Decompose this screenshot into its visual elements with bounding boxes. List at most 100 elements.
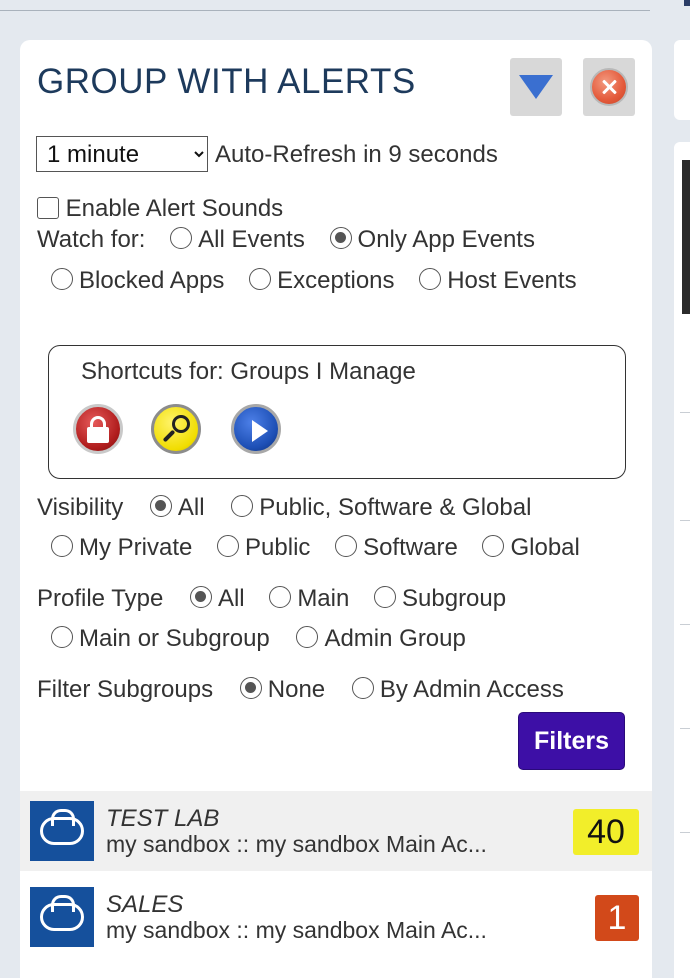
- profile-admin-group-option[interactable]: Admin Group: [296, 625, 466, 653]
- radio-selected-icon[interactable]: [149, 495, 172, 517]
- right-card-divider: [680, 832, 690, 833]
- radio-icon[interactable]: [269, 586, 292, 608]
- radio-icon[interactable]: [170, 227, 193, 249]
- visibility-global-option[interactable]: Global: [482, 534, 580, 562]
- right-card-divider: [680, 728, 690, 729]
- radio-icon[interactable]: [419, 268, 442, 290]
- option-label: Software: [363, 534, 458, 561]
- radio-selected-icon[interactable]: [189, 586, 212, 608]
- filter-subgroups-row: Filter Subgroups None By Admin Access: [37, 676, 564, 704]
- group-name: TEST LAB: [106, 805, 220, 832]
- radio-icon[interactable]: [51, 268, 73, 290]
- visibility-public-option[interactable]: Public: [217, 534, 310, 562]
- profile-type-row-2: Main or Subgroup Admin Group: [51, 625, 466, 653]
- option-label: Admin Group: [324, 625, 466, 652]
- option-label: My Private: [79, 534, 193, 561]
- option-label: None: [267, 676, 326, 703]
- group-path: my sandbox :: my sandbox Main Ac...: [106, 831, 487, 857]
- visibility-label: Visibility: [37, 494, 124, 521]
- radio-selected-icon[interactable]: [329, 227, 352, 249]
- watch-exceptions-option[interactable]: Exceptions: [249, 267, 395, 295]
- group-name: SALES: [106, 891, 184, 918]
- profile-main-option[interactable]: Main: [269, 585, 349, 613]
- radio-icon[interactable]: [335, 535, 358, 557]
- watch-host-events-option[interactable]: Host Events: [419, 267, 577, 295]
- search-icon[interactable]: [151, 404, 201, 454]
- option-label: Public: [245, 534, 311, 561]
- alert-count-badge[interactable]: 1: [595, 895, 639, 941]
- radio-icon[interactable]: [51, 626, 73, 648]
- group-path: my sandbox :: my sandbox Main Ac...: [106, 917, 487, 943]
- profile-type-label: Profile Type: [37, 585, 164, 612]
- watch-all-events-option[interactable]: All Events: [170, 226, 305, 254]
- option-label: Global: [510, 534, 580, 561]
- group-avatar: [30, 887, 94, 947]
- filters-button[interactable]: Filters: [518, 712, 625, 770]
- visibility-my-private-option[interactable]: My Private: [51, 534, 192, 562]
- shortcuts-box: Shortcuts for: Groups I Manage: [48, 345, 626, 479]
- close-button[interactable]: [583, 58, 635, 116]
- visibility-public-software-global-option[interactable]: Public, Software & Global: [231, 494, 531, 522]
- visibility-row-1: Visibility All Public, Software & Global: [37, 494, 531, 522]
- right-card-top: [674, 40, 690, 120]
- visibility-all-option[interactable]: All: [149, 494, 205, 522]
- option-label: All: [177, 494, 205, 521]
- profile-type-row-1: Profile Type All Main Subgroup: [37, 585, 506, 613]
- alert-count-badge[interactable]: 40: [573, 809, 639, 855]
- option-label: Only App Events: [357, 226, 535, 253]
- option-label: All Events: [198, 226, 305, 253]
- option-label: Main or Subgroup: [79, 625, 270, 652]
- watch-app-events-option[interactable]: Only App Events: [329, 226, 535, 254]
- visibility-row-2: My Private Public Software Global: [51, 534, 580, 562]
- close-icon: [590, 68, 628, 106]
- group-list-item[interactable]: SALES my sandbox :: my sandbox Main Ac..…: [20, 877, 652, 957]
- radio-icon[interactable]: [217, 535, 240, 557]
- play-icon[interactable]: [231, 404, 281, 454]
- option-label: Main: [297, 585, 350, 612]
- cloud-icon: [40, 895, 84, 931]
- right-card-divider: [680, 412, 690, 413]
- watch-blocked-apps-option[interactable]: Blocked Apps: [51, 267, 224, 295]
- radio-icon[interactable]: [482, 535, 505, 557]
- visibility-software-option[interactable]: Software: [335, 534, 458, 562]
- top-divider: [0, 10, 650, 11]
- radio-icon[interactable]: [249, 268, 272, 290]
- filter-toggle-button[interactable]: [510, 58, 562, 116]
- right-card-image: [682, 160, 690, 314]
- radio-icon[interactable]: [296, 626, 319, 648]
- option-label: All: [217, 585, 245, 612]
- subgroups-none-option[interactable]: None: [239, 676, 326, 704]
- cloud-icon: [40, 809, 84, 845]
- filter-subgroups-label: Filter Subgroups: [37, 676, 214, 703]
- option-label: Blocked Apps: [79, 267, 225, 294]
- right-edge-accent: [684, 0, 690, 6]
- watch-for-row-2: Blocked Apps Exceptions Host Events: [51, 267, 577, 295]
- profile-all-option[interactable]: All: [189, 585, 245, 613]
- option-label: Subgroup: [402, 585, 507, 612]
- radio-selected-icon[interactable]: [239, 677, 262, 699]
- watch-for-row-1: Watch for: All Events Only App Events: [37, 226, 535, 254]
- radio-icon[interactable]: [374, 586, 397, 608]
- profile-subgroup-option[interactable]: Subgroup: [374, 585, 506, 613]
- alert-sounds-row: Enable Alert Sounds: [37, 195, 283, 223]
- shortcuts-label: Shortcuts for: Groups I Manage: [81, 358, 416, 385]
- radio-icon[interactable]: [51, 535, 73, 557]
- right-card-divider: [680, 520, 690, 521]
- group-alerts-panel: GROUP WITH ALERTS 1 minute Auto-Refresh …: [20, 40, 652, 978]
- auto-refresh-status: Auto-Refresh in 9 seconds: [215, 141, 498, 168]
- lock-icon[interactable]: [73, 404, 123, 454]
- subgroups-by-admin-access-option[interactable]: By Admin Access: [351, 676, 564, 704]
- alert-sounds-checkbox[interactable]: [37, 197, 59, 219]
- profile-main-or-subgroup-option[interactable]: Main or Subgroup: [51, 625, 270, 653]
- radio-icon[interactable]: [231, 495, 254, 517]
- option-label: By Admin Access: [379, 676, 564, 703]
- group-list-item[interactable]: TEST LAB my sandbox :: my sandbox Main A…: [20, 791, 652, 871]
- panel-title: GROUP WITH ALERTS: [37, 62, 416, 101]
- option-label: Exceptions: [277, 267, 395, 294]
- watch-for-label: Watch for:: [37, 226, 146, 253]
- refresh-interval-select[interactable]: 1 minute: [36, 136, 208, 172]
- option-label: Public, Software & Global: [259, 494, 532, 521]
- filter-funnel-icon: [519, 75, 553, 99]
- radio-icon[interactable]: [351, 677, 374, 699]
- alert-sounds-label: Enable Alert Sounds: [65, 195, 284, 222]
